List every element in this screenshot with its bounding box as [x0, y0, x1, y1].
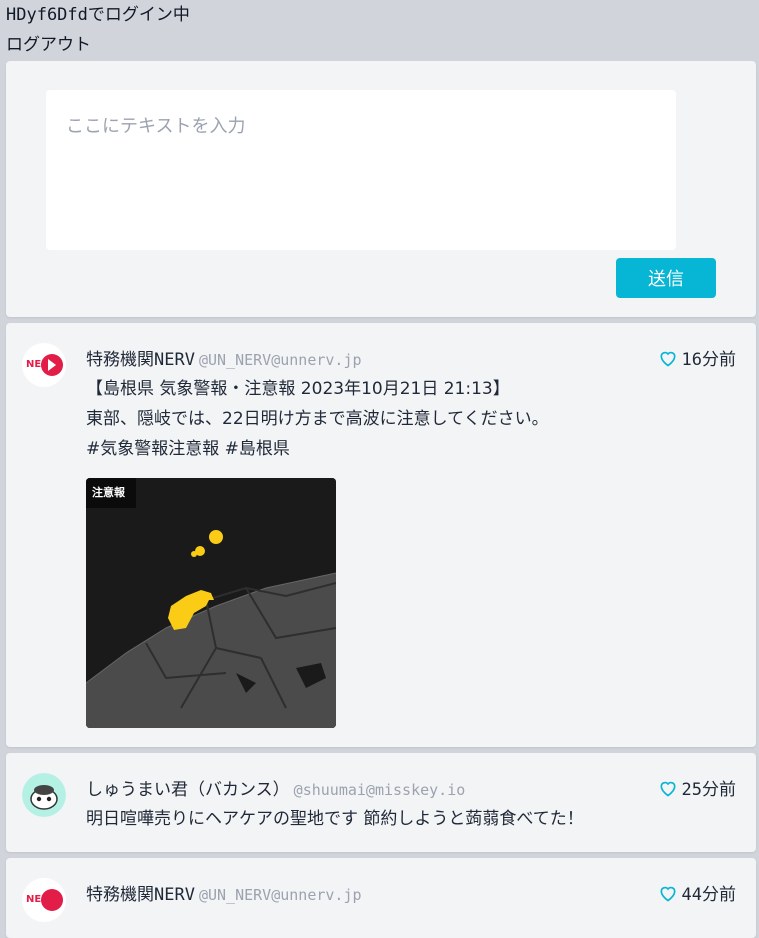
author-name[interactable]: 特務機関NERV — [86, 350, 195, 370]
author-handle[interactable]: @shuumai@misskey.io — [294, 781, 466, 799]
nerv-avatar[interactable]: NERV — [22, 343, 66, 387]
author-name[interactable]: 特務機関NERV — [86, 885, 195, 905]
author-name[interactable]: しゅうまい君（バカンス） — [86, 780, 290, 800]
heart-icon[interactable] — [658, 883, 678, 903]
svg-text:NERV: NERV — [26, 894, 57, 905]
nerv-avatar[interactable]: NERV — [22, 878, 66, 922]
logout-link[interactable]: ログアウト — [6, 34, 91, 56]
note-text: 明日喧嘩売りにヘアケアの聖地です 節約しようと蒟蒻食べてた！ — [86, 809, 584, 829]
alert-badge: 注意報 — [92, 485, 126, 499]
timeline-note: しゅうまい君（バカンス） @shuumai@misskey.io 25分前 明日喧… — [6, 753, 756, 852]
shuumai-avatar[interactable] — [22, 773, 66, 817]
timeline-note: NERV 特務機関NERV @UN_NERV@unnerv.jp 16分前 【島根… — [6, 323, 756, 747]
note-image-map[interactable]: 注意報 — [86, 478, 336, 728]
timeline-note: NERV 特務機関NERV @UN_NERV@unnerv.jp 44分前 — [6, 858, 756, 938]
heart-icon[interactable] — [658, 778, 678, 798]
send-button[interactable]: 送信 — [616, 258, 716, 298]
author-handle[interactable]: @UN_NERV@unnerv.jp — [199, 351, 362, 369]
note-text: 【島根県 気象警報・注意報 2023年10月21日 21:13】 東部、隠岐では… — [86, 379, 549, 459]
note-time: 25分前 — [681, 780, 736, 800]
login-status: HDyf6Dfdでログイン中 — [6, 5, 190, 25]
author-handle[interactable]: @UN_NERV@unnerv.jp — [199, 886, 362, 904]
post-text-input[interactable] — [46, 90, 676, 250]
note-time: 44分前 — [681, 885, 736, 905]
heart-icon[interactable] — [658, 348, 678, 368]
note-time: 16分前 — [681, 350, 736, 370]
post-composer: 送信 — [6, 61, 756, 317]
